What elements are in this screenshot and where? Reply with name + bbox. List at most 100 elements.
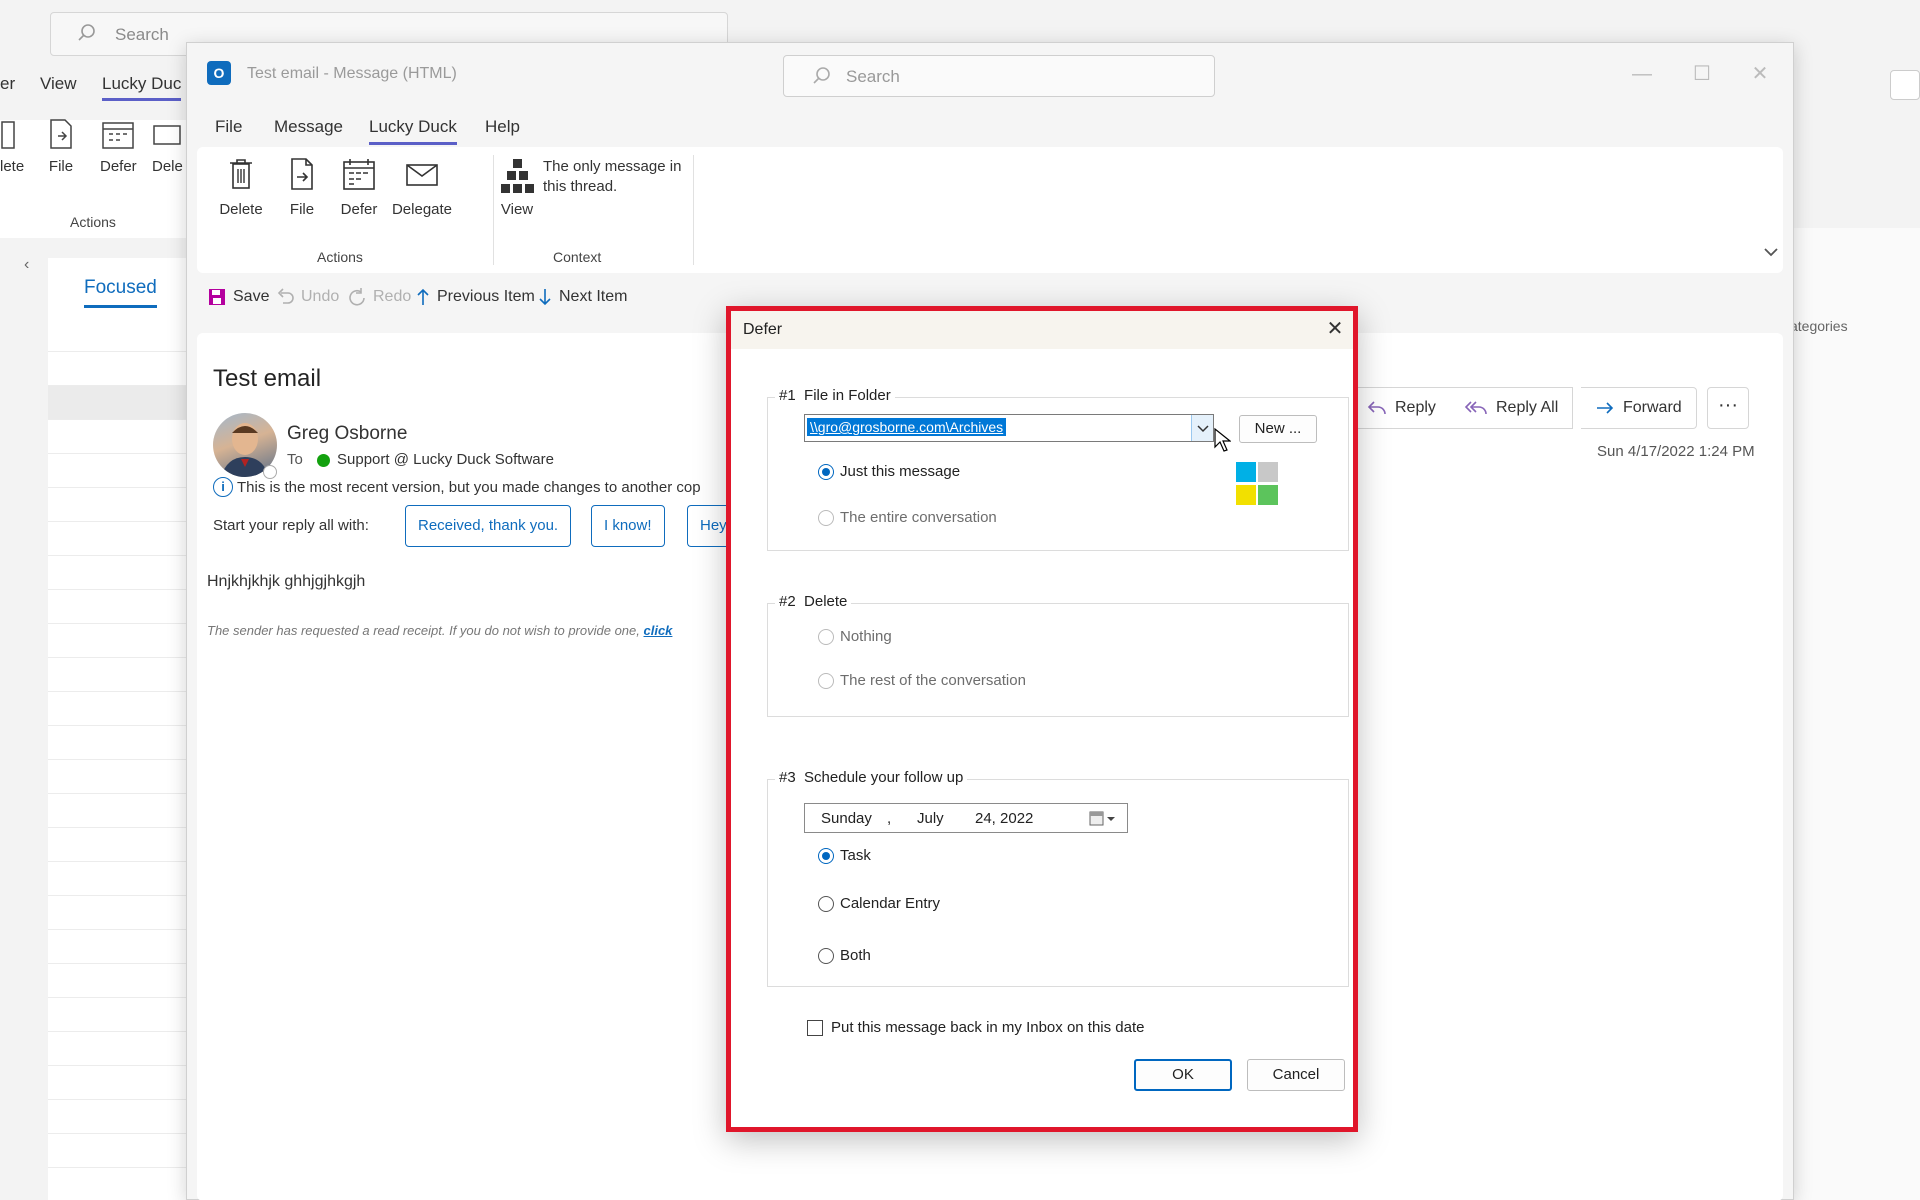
quick-reply-received[interactable]: Received, thank you.	[405, 505, 572, 547]
quick-reply-i-know[interactable]: I know!	[591, 505, 665, 547]
sender-name[interactable]: Greg Osborne	[287, 423, 407, 445]
folder-value: \\gro@grosborne.com\Archives	[807, 418, 1007, 436]
background-delete-button[interactable]: lete	[0, 118, 24, 175]
list-item[interactable]	[48, 896, 190, 930]
presence-status-icon	[263, 465, 277, 479]
file-icon	[50, 119, 72, 149]
maximize-button[interactable]: ☐	[1687, 59, 1717, 89]
more-actions-button[interactable]: ···	[1707, 387, 1749, 429]
list-item[interactable]	[48, 454, 190, 488]
quick-reply-hey[interactable]: Hey	[687, 505, 727, 547]
background-tab-folder[interactable]: er	[0, 74, 15, 94]
redo-button[interactable]: Redo	[347, 287, 411, 307]
list-item[interactable]	[48, 964, 190, 998]
reply-all-button[interactable]: Reply All	[1450, 387, 1574, 429]
list-item[interactable]	[48, 1066, 190, 1100]
background-delegate-button[interactable]: Dele	[152, 118, 183, 175]
reply-button[interactable]: Reply	[1352, 387, 1451, 429]
list-item[interactable]	[48, 1100, 190, 1134]
background-file-button[interactable]: File	[46, 118, 76, 175]
background-defer-button[interactable]: Defer	[100, 118, 137, 175]
radio-just-this-message[interactable]: Just this message	[818, 463, 960, 480]
group-number: #1	[779, 387, 796, 404]
radio-rest-of-conversation[interactable]: The rest of the conversation	[818, 672, 1026, 689]
tab-message[interactable]: Message	[274, 117, 343, 137]
list-item[interactable]	[48, 318, 190, 352]
recipient-name[interactable]: Support @ Lucky Duck Software	[337, 451, 554, 468]
follow-up-date-picker[interactable]: Sunday , July 24, 2022	[804, 803, 1128, 833]
pen-icon[interactable]	[1890, 70, 1920, 100]
radio-label: Both	[840, 947, 871, 964]
list-item[interactable]	[48, 420, 190, 454]
list-item[interactable]	[48, 352, 190, 386]
radio-label: The entire conversation	[840, 509, 997, 526]
previous-item-label: Previous Item	[437, 288, 535, 305]
close-window-button[interactable]: ✕	[1745, 59, 1775, 89]
chevron-down-icon[interactable]	[1191, 415, 1213, 441]
previous-item-button[interactable]: Previous Item	[415, 287, 535, 307]
list-item[interactable]	[48, 998, 190, 1032]
view-button[interactable]: View	[491, 157, 543, 218]
radio-both[interactable]: Both	[818, 947, 871, 964]
tab-help[interactable]: Help	[485, 117, 520, 137]
ribbon-collapse-chevron-icon[interactable]	[1763, 247, 1779, 257]
delegate-button[interactable]: Delegate	[387, 157, 457, 218]
radio-calendar-entry[interactable]: Calendar Entry	[818, 895, 940, 912]
inbox-return-checkbox[interactable]: Put this message back in my Inbox on thi…	[807, 1019, 1145, 1036]
color-category-icon[interactable]	[1236, 462, 1280, 506]
list-item[interactable]	[48, 1134, 190, 1168]
read-receipt-link[interactable]: click	[644, 623, 673, 638]
delete-button[interactable]: Delete	[209, 157, 273, 218]
undo-button[interactable]: Undo	[275, 287, 339, 307]
collapse-pane-chevron-icon[interactable]: ‹	[24, 256, 29, 274]
radio-task[interactable]: Task	[818, 847, 871, 864]
categories-column-header[interactable]: ategories	[1790, 318, 1848, 334]
radio-entire-conversation[interactable]: The entire conversation	[818, 509, 997, 526]
list-item[interactable]	[48, 794, 190, 828]
info-icon: i	[213, 477, 233, 497]
radio-dot	[818, 895, 834, 912]
view-label: View	[500, 201, 534, 218]
list-item[interactable]	[48, 522, 190, 556]
list-item[interactable]	[48, 624, 190, 658]
list-item[interactable]	[48, 386, 190, 420]
tab-focused[interactable]: Focused	[84, 277, 157, 308]
radio-dot	[818, 509, 834, 526]
background-right-pane	[1780, 228, 1920, 1200]
radio-dot	[818, 672, 834, 689]
next-item-button[interactable]: Next Item	[537, 287, 627, 307]
tab-lucky-duck[interactable]: Lucky Duck	[369, 117, 457, 145]
list-item[interactable]	[48, 760, 190, 794]
cancel-button[interactable]: Cancel	[1247, 1059, 1345, 1091]
folder-combobox[interactable]: \\gro@grosborne.com\Archives	[804, 414, 1214, 442]
list-item[interactable]	[48, 726, 190, 760]
minimize-button[interactable]: —	[1627, 59, 1657, 89]
background-file-label: File	[48, 158, 74, 175]
calendar-dropdown-icon[interactable]	[1089, 811, 1117, 827]
radio-nothing[interactable]: Nothing	[818, 628, 892, 645]
new-folder-button[interactable]: New ...	[1239, 415, 1317, 443]
list-item[interactable]	[48, 692, 190, 726]
list-item[interactable]	[48, 1032, 190, 1066]
ribbon-separator	[693, 155, 694, 265]
mouse-cursor-icon	[1213, 427, 1231, 453]
list-item[interactable]	[48, 488, 190, 522]
tab-file[interactable]: File	[215, 117, 242, 137]
list-item[interactable]	[48, 930, 190, 964]
forward-button[interactable]: Forward	[1581, 387, 1697, 429]
defer-button[interactable]: Defer	[331, 157, 387, 218]
save-icon	[209, 289, 225, 305]
list-item[interactable]	[48, 556, 190, 590]
save-button[interactable]: Save	[207, 287, 269, 307]
background-tab-lucky-duck[interactable]: Lucky Duc	[102, 74, 182, 101]
ok-button[interactable]: OK	[1134, 1059, 1232, 1091]
list-item[interactable]	[48, 828, 190, 862]
list-item[interactable]	[48, 862, 190, 896]
file-button[interactable]: File	[277, 157, 327, 218]
list-item[interactable]	[48, 590, 190, 624]
close-icon[interactable]: ✕	[1325, 319, 1345, 339]
message-search-box[interactable]: Search	[783, 55, 1215, 97]
arrow-up-icon	[417, 288, 429, 305]
background-tab-view[interactable]: View	[40, 74, 77, 94]
list-item[interactable]	[48, 658, 190, 692]
